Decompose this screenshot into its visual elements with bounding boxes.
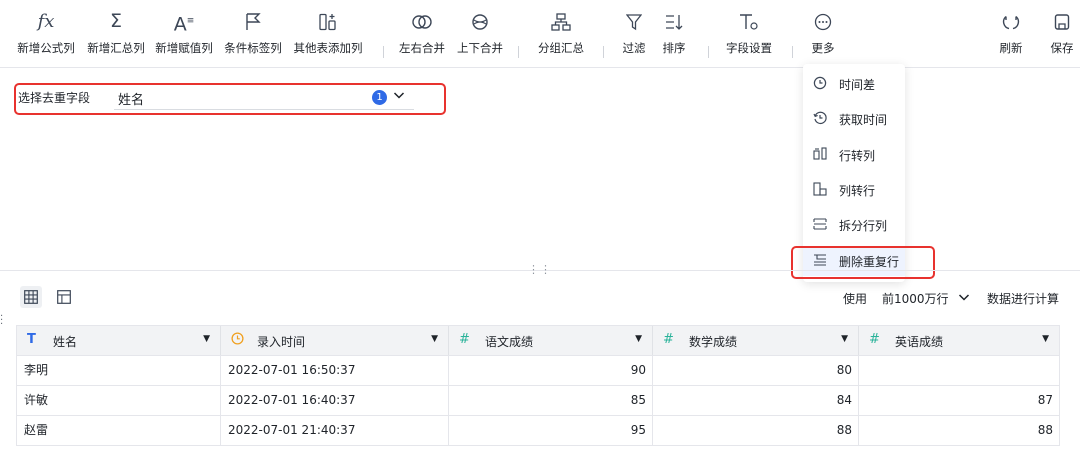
save-icon [1045, 8, 1079, 34]
dedupe-field-label: 选择去重字段 [18, 91, 91, 105]
column-header-english-score[interactable]: # 英语成绩 ▼ [859, 326, 1059, 355]
toolbar: fx 新增公式列 Σ 新增汇总列 A≡ 新增赋值列 条件标签列 其他表添加列 左… [0, 0, 1080, 68]
menu-item-split-row-column[interactable]: 拆分行列 [803, 210, 905, 240]
merge-lr-icon [395, 8, 449, 34]
layout-icon [57, 290, 71, 304]
resize-handle[interactable]: ⋮⋮ [528, 263, 552, 276]
table-row[interactable]: 赵雷 2022-07-01 21:40:37 95 88 88 [16, 416, 1060, 446]
table-row[interactable]: 许敏 2022-07-01 16:40:37 85 84 87 [16, 386, 1060, 416]
toolbar-divider [708, 46, 709, 58]
refresh-button[interactable]: 刷新 [994, 8, 1028, 62]
chevron-down-icon [958, 290, 970, 307]
toolbar-divider [792, 46, 793, 58]
caret-down-icon[interactable]: ▼ [203, 334, 210, 344]
more-icon [806, 8, 840, 34]
selected-count-badge: 1 [372, 90, 387, 105]
menu-item-get-time[interactable]: 获取时间 [803, 104, 905, 134]
formula-icon: fx [37, 11, 55, 32]
sort-icon [656, 8, 692, 34]
number-type-icon: # [869, 332, 880, 347]
column-header-name[interactable]: T 姓名 ▼ [17, 326, 221, 355]
table-add-icon [290, 8, 366, 34]
dedupe-field-select[interactable]: 姓名 1 [114, 88, 414, 110]
caret-down-icon[interactable]: ▼ [1042, 334, 1049, 344]
clock-diff-icon [813, 76, 827, 90]
grid-view-toggle[interactable] [20, 286, 42, 308]
sigma-icon: Σ [109, 10, 122, 32]
column-header-chinese-score[interactable]: # 语文成绩 ▼ [449, 326, 653, 355]
caret-down-icon[interactable]: ▼ [635, 334, 642, 344]
use-label: 使用 [843, 292, 868, 306]
add-formula-column-button[interactable]: fx 新增公式列 [14, 8, 78, 62]
menu-item-time-diff[interactable]: 时间差 [803, 69, 905, 99]
layout-view-toggle[interactable] [53, 286, 75, 308]
split-icon [813, 218, 827, 230]
chevron-down-icon[interactable] [393, 88, 405, 105]
toolbar-divider [518, 46, 519, 58]
row-limit-value: 前1000万行 [882, 292, 949, 306]
refresh-icon [994, 8, 1028, 34]
clock-get-icon [813, 111, 827, 125]
hierarchy-icon [534, 8, 588, 34]
left-right-merge-button[interactable]: 左右合并 [395, 8, 449, 62]
text-settings-icon [720, 8, 778, 34]
condition-tag-column-button[interactable]: 条件标签列 [221, 8, 285, 62]
dedupe-field-value: 姓名 [118, 93, 145, 108]
dedupe-field-section: 选择去重字段 姓名 1 [14, 83, 446, 115]
filter-icon [616, 8, 652, 34]
assign-value-icon: A≡ [173, 13, 195, 36]
sort-button[interactable]: 排序 [656, 8, 692, 62]
column-header-math-score[interactable]: # 数学成绩 ▼ [653, 326, 859, 355]
add-assign-column-button[interactable]: A≡ 新增赋值列 [152, 8, 216, 62]
compute-label: 数据进行计算 [987, 292, 1060, 306]
datetime-type-icon [231, 332, 244, 349]
group-summary-button[interactable]: 分组汇总 [534, 8, 588, 62]
merge-ud-icon [453, 8, 507, 34]
column-header-entry-time[interactable]: 录入时间 ▼ [221, 326, 449, 355]
caret-down-icon[interactable]: ▼ [841, 334, 848, 344]
menu-item-row-to-column[interactable]: 行转列 [803, 140, 905, 170]
more-button[interactable]: 更多 [806, 8, 840, 62]
toolbar-divider [603, 46, 604, 58]
row-limit-select[interactable]: 前1000万行 [882, 290, 974, 307]
toolbar-divider [383, 46, 384, 58]
side-drag-handle[interactable]: · · · [0, 312, 3, 330]
row-to-col-icon [813, 147, 827, 160]
text-type-icon: T [27, 332, 36, 347]
remove-duplicate-highlight [791, 246, 935, 279]
flag-icon [221, 8, 285, 34]
save-button[interactable]: 保存 [1045, 8, 1079, 62]
filter-button[interactable]: 过滤 [616, 8, 652, 62]
add-summary-column-button[interactable]: Σ 新增汇总列 [84, 8, 148, 62]
number-type-icon: # [459, 332, 470, 347]
grid-icon [24, 290, 38, 304]
table-header: T 姓名 ▼ 录入时间 ▼ # 语文成绩 ▼ # 数学成绩 ▼ # 英语成绩 ▼ [16, 325, 1060, 356]
caret-down-icon[interactable]: ▼ [431, 334, 438, 344]
add-other-table-column-button[interactable]: 其他表添加列 [290, 8, 366, 62]
number-type-icon: # [663, 332, 674, 347]
menu-item-column-to-row[interactable]: 列转行 [803, 175, 905, 205]
col-to-row-icon [813, 182, 827, 196]
field-settings-button[interactable]: 字段设置 [720, 8, 778, 62]
table-row[interactable]: 李明 2022-07-01 16:50:37 90 80 [16, 356, 1060, 386]
up-down-merge-button[interactable]: 上下合并 [453, 8, 507, 62]
